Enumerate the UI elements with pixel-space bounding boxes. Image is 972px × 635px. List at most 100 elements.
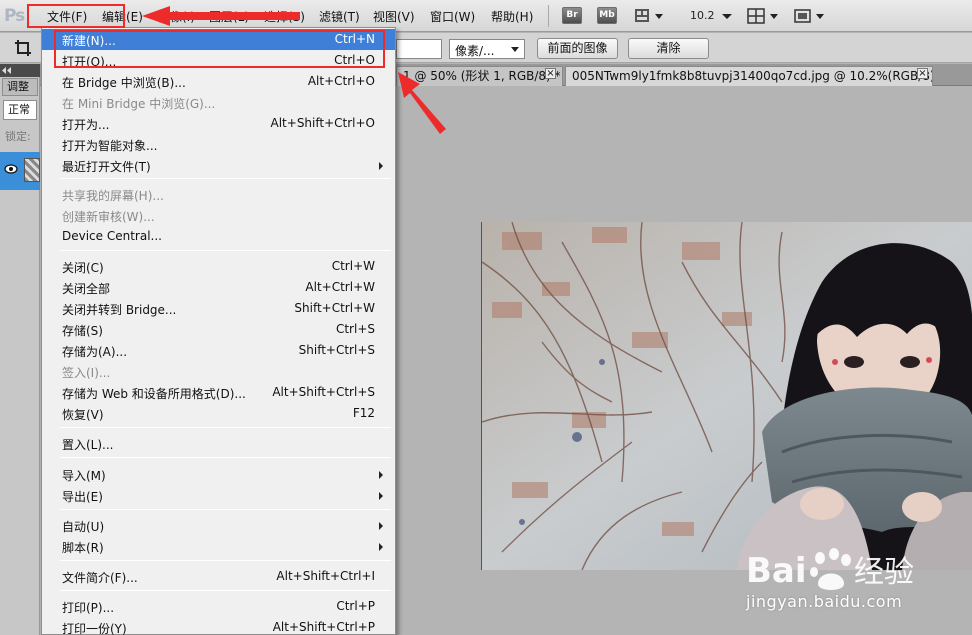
menu-item-label: 导入(M) <box>62 469 106 483</box>
blend-mode-select[interactable]: 正常 <box>3 100 37 120</box>
menu-item-import[interactable]: 导入(M) <box>42 464 395 485</box>
menu-item-create-review[interactable]: 创建新审核(W)... <box>42 205 395 226</box>
menu-item-label: 置入(L)... <box>62 438 114 452</box>
menu-separator <box>60 427 391 428</box>
menu-item-device-central[interactable]: Device Central... <box>42 226 395 247</box>
menu-item-label: 关闭并转到 Bridge... <box>62 303 177 317</box>
menu-image[interactable]: 图像(I) <box>158 8 195 24</box>
menu-window[interactable]: 窗口(W) <box>430 8 475 24</box>
menu-item-label: 在 Bridge 中浏览(B)... <box>62 76 186 90</box>
menu-item-label: 共享我的屏幕(H)... <box>62 189 164 203</box>
watermark-url: jingyan.baidu.com <box>746 592 903 611</box>
menu-item-label: 最近打开文件(T) <box>62 160 151 174</box>
menu-item-label: 创建新审核(W)... <box>62 210 155 224</box>
watermark-brand-a: Bai <box>746 551 807 591</box>
mini-bridge-button[interactable]: Mb <box>597 7 617 24</box>
menu-item-shortcut: Ctrl+W <box>331 259 375 273</box>
menu-item-shortcut: Alt+Ctrl+W <box>305 280 375 294</box>
menu-help[interactable]: 帮助(H) <box>491 8 533 24</box>
menu-item-save-for-web[interactable]: 存储为 Web 和设备所用格式(D)... Alt+Shift+Ctrl+S <box>42 382 395 403</box>
menu-item-export[interactable]: 导出(E) <box>42 485 395 506</box>
tab-adjustments[interactable]: 调整 <box>2 78 38 96</box>
menu-view[interactable]: 视图(V) <box>373 8 415 24</box>
bridge-button[interactable]: Br <box>562 7 582 24</box>
menu-item-shortcut: Ctrl+S <box>335 322 375 336</box>
lock-label: 锁定: <box>5 130 31 143</box>
panel-collapse-strip[interactable] <box>0 64 40 77</box>
resolution-input[interactable] <box>396 39 442 59</box>
menu-item-label: 存储(S) <box>62 324 103 338</box>
menu-select[interactable]: 选择(S) <box>264 8 305 24</box>
crop-icon[interactable] <box>14 39 32 57</box>
menu-item-open-smart-object[interactable]: 打开为智能对象... <box>42 134 395 155</box>
menu-item-label: 打印一份(Y) <box>62 622 127 635</box>
annotation-box-new-open <box>54 30 385 68</box>
menu-separator <box>60 509 391 510</box>
menu-layer[interactable]: 图层(L) <box>209 8 249 24</box>
chevron-right-icon <box>379 471 383 479</box>
menu-item-shortcut: Alt+Shift+Ctrl+P <box>272 620 375 634</box>
close-icon[interactable]: × <box>917 68 928 79</box>
menu-item-file-info[interactable]: 文件简介(F)... Alt+Shift+Ctrl+I <box>42 566 395 587</box>
photoshop-logo: Ps <box>4 6 25 26</box>
menu-item-open-as[interactable]: 打开为... Alt+Shift+Ctrl+O <box>42 113 395 134</box>
arrange-documents-button[interactable] <box>746 7 782 25</box>
photo-girl-scarf <box>482 222 972 570</box>
tab-document-1[interactable]: 1 @ 50% (形状 1, RGB/8) * <box>396 66 563 86</box>
chevron-right-icon <box>379 543 383 551</box>
menu-item-print[interactable]: 打印(P)... Ctrl+P <box>42 596 395 617</box>
resolution-units-select[interactable]: 像素/... <box>449 39 525 59</box>
menu-item-shortcut: Alt+Ctrl+O <box>307 74 375 88</box>
menu-item-check-in[interactable]: 签入(I)... <box>42 361 395 382</box>
units-value: 像素/... <box>455 44 495 58</box>
menu-item-shortcut: Alt+Shift+Ctrl+I <box>276 569 375 583</box>
menu-item-recent-files[interactable]: 最近打开文件(T) <box>42 155 395 176</box>
menu-item-save-as[interactable]: 存储为(A)... Shift+Ctrl+S <box>42 340 395 361</box>
menu-item-shortcut: Alt+Shift+Ctrl+S <box>272 385 375 399</box>
menu-item-label: 文件简介(F)... <box>62 571 138 585</box>
menu-item-label: 打开为智能对象... <box>62 139 158 153</box>
layer-row[interactable] <box>0 152 40 190</box>
front-image-button[interactable]: 前面的图像 <box>537 38 618 59</box>
menu-filter[interactable]: 滤镜(T) <box>319 8 360 24</box>
chevron-down-icon <box>511 47 519 52</box>
paw-icon <box>810 548 851 590</box>
clear-button[interactable]: 清除 <box>628 38 709 59</box>
menu-item-close[interactable]: 关闭(C) Ctrl+W <box>42 256 395 277</box>
screen-mode-icon <box>794 9 824 23</box>
menu-separator <box>60 457 391 458</box>
view-extras-button[interactable] <box>633 7 665 25</box>
menu-item-browse-bridge[interactable]: 在 Bridge 中浏览(B)... Alt+Ctrl+O <box>42 71 395 92</box>
menu-item-label: 签入(I)... <box>62 366 111 380</box>
menu-item-close-all[interactable]: 关闭全部 Alt+Ctrl+W <box>42 277 395 298</box>
menu-item-shortcut: Shift+Ctrl+W <box>294 301 375 315</box>
menu-separator <box>548 5 549 27</box>
menu-item-close-go-bridge[interactable]: 关闭并转到 Bridge... Shift+Ctrl+W <box>42 298 395 319</box>
menu-item-place[interactable]: 置入(L)... <box>42 433 395 454</box>
double-chevron-left-icon <box>2 67 11 74</box>
menu-item-browse-mini-bridge[interactable]: 在 Mini Bridge 中浏览(G)... <box>42 92 395 113</box>
menu-item-label: 恢复(V) <box>62 408 104 422</box>
grid-extras-icon <box>635 9 663 22</box>
menu-item-print-one-copy[interactable]: 打印一份(Y) Alt+Shift+Ctrl+P <box>42 617 395 635</box>
eye-icon[interactable] <box>4 163 18 175</box>
menu-item-label: 关闭全部 <box>62 282 111 296</box>
tab-document-2[interactable]: 005NTwm9ly1fmk8b8tuvpj31400qo7cd.jpg @ 1… <box>565 66 933 86</box>
menu-item-scripts[interactable]: 脚本(R) <box>42 536 395 557</box>
menu-item-label: 存储为(A)... <box>62 345 128 359</box>
menu-item-share-screen[interactable]: 共享我的屏幕(H)... <box>42 184 395 205</box>
zoom-level[interactable]: 10.2 <box>690 9 715 27</box>
menu-item-shortcut: Shift+Ctrl+S <box>298 343 375 357</box>
menu-item-revert[interactable]: 恢复(V) F12 <box>42 403 395 424</box>
arrange-icon <box>747 8 778 24</box>
zoom-dropdown[interactable] <box>720 7 734 25</box>
menu-item-automate[interactable]: 自动(U) <box>42 515 395 536</box>
screen-mode-button[interactable] <box>792 7 828 25</box>
menu-item-shortcut: Alt+Shift+Ctrl+O <box>270 116 375 130</box>
menu-item-label: 打开为... <box>62 118 110 132</box>
document-image[interactable] <box>481 222 972 570</box>
menu-item-save[interactable]: 存储(S) Ctrl+S <box>42 319 395 340</box>
menu-item-label: 关闭(C) <box>62 261 104 275</box>
close-icon[interactable]: × <box>545 68 556 79</box>
layers-panel: 调整 正常 锁定: <box>0 64 40 635</box>
